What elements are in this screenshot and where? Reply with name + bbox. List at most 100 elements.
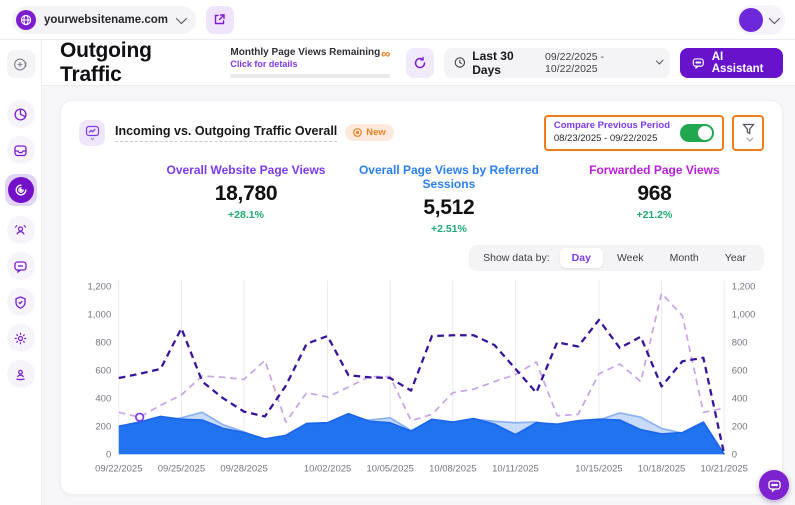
range-dates: 09/22/2025 - 10/22/2025 xyxy=(545,51,648,75)
x-axis-label: 10/02/2025 xyxy=(304,463,351,474)
metric-forwarded-page-views: Forwarded Page Views 968 +21.2% xyxy=(545,163,764,235)
y-axis-label-right: 600 xyxy=(732,365,748,376)
x-axis-label: 10/05/2025 xyxy=(367,463,414,474)
y-axis-label-right: 200 xyxy=(732,421,748,432)
y-axis-label-left: 1,200 xyxy=(88,281,112,292)
gear-icon xyxy=(13,331,28,346)
open-website-button[interactable] xyxy=(206,6,234,34)
expand-icon xyxy=(13,57,28,72)
chat-icon xyxy=(13,259,28,274)
y-axis-label-right: 1,200 xyxy=(732,281,756,292)
shield-check-icon xyxy=(13,295,28,310)
date-range-selector[interactable]: Last 30 Days 09/22/2025 - 10/22/2025 xyxy=(444,48,671,78)
x-axis-label: 10/08/2025 xyxy=(429,463,476,474)
new-dot-icon xyxy=(353,128,362,137)
metric-overall-website-page-views: Overall Website Page Views 18,780 +28.1% xyxy=(79,163,353,235)
traffic-overview-card: Incoming vs. Outgoing Traffic Overall Ne… xyxy=(60,100,783,495)
metric-delta: +28.1% xyxy=(139,209,353,221)
sidebar-item-chat[interactable] xyxy=(7,252,35,280)
x-axis-label: 10/15/2025 xyxy=(575,463,622,474)
y-axis-label-right: 400 xyxy=(732,393,748,404)
audience-target-icon xyxy=(13,223,28,238)
compare-previous-period-control[interactable]: Compare Previous Period 08/23/2025 - 09/… xyxy=(544,115,724,151)
quota-widget: Monthly Page Views Remaining Click for d… xyxy=(230,47,390,78)
tab-month[interactable]: Month xyxy=(658,248,711,268)
outgoing-traffic-icon xyxy=(8,177,34,203)
metric-label: Overall Website Page Views xyxy=(139,163,353,177)
quota-progress-bar xyxy=(230,74,390,78)
metric-value: 18,780 xyxy=(139,182,353,206)
chevron-down-icon xyxy=(176,12,187,23)
metric-referred-sessions-page-views: Overall Page Views by Referred Sessions … xyxy=(353,163,545,235)
filter-button[interactable] xyxy=(732,115,764,151)
pie-chart-icon xyxy=(13,107,28,122)
sidebar-item-outgoing-traffic[interactable] xyxy=(5,174,37,206)
y-axis-label-right: 800 xyxy=(732,337,748,348)
y-axis-label-left: 400 xyxy=(95,393,111,404)
series-dashed-page-views-previous-period xyxy=(119,293,724,422)
sidebar-expand-button[interactable] xyxy=(7,50,35,78)
chat-fab-button[interactable] xyxy=(759,470,789,500)
refresh-icon xyxy=(413,56,427,70)
external-link-icon xyxy=(213,13,226,26)
sidebar-item-location[interactable] xyxy=(7,360,35,388)
x-axis-label: 09/28/2025 xyxy=(220,463,267,474)
quota-value: ∞ xyxy=(381,47,390,60)
website-name: yourwebsitename.com xyxy=(44,14,168,26)
x-axis-label: 10/18/2025 xyxy=(638,463,685,474)
x-axis-label: 09/25/2025 xyxy=(158,463,205,474)
ai-assistant-button[interactable]: AI Assistant xyxy=(680,48,783,78)
ai-chat-icon xyxy=(692,56,705,70)
y-axis-label-left: 200 xyxy=(95,421,111,432)
metric-label: Forwarded Page Views xyxy=(545,163,764,177)
sidebar-item-settings[interactable] xyxy=(7,324,35,352)
app-root: yourwebsitename.com xyxy=(0,0,795,505)
chevron-down-icon xyxy=(769,12,780,23)
tab-year[interactable]: Year xyxy=(713,248,758,268)
show-data-by-label: Show data by: xyxy=(475,252,558,264)
tab-day[interactable]: Day xyxy=(560,248,603,268)
x-axis-label: 09/22/2025 xyxy=(95,463,142,474)
page-title: Outgoing Traffic xyxy=(60,39,206,87)
y-axis-label-right: 0 xyxy=(732,449,737,460)
website-selector[interactable]: yourwebsitename.com xyxy=(12,6,196,34)
tab-week[interactable]: Week xyxy=(605,248,656,268)
sidebar-item-security[interactable] xyxy=(7,288,35,316)
new-badge: New xyxy=(345,124,394,141)
show-data-by-control: Show data by: Day Week Month Year xyxy=(469,245,764,271)
x-axis-label: 10/21/2025 xyxy=(701,463,748,474)
y-axis-label-left: 800 xyxy=(95,337,111,348)
clock-icon xyxy=(454,56,466,69)
chart-bubble-icon xyxy=(79,120,105,146)
chevron-down-icon xyxy=(655,56,663,64)
metric-value: 968 xyxy=(545,182,764,206)
quota-details-link[interactable]: Click for details xyxy=(230,59,380,69)
quota-label: Monthly Page Views Remaining xyxy=(230,47,380,59)
metric-value: 5,512 xyxy=(353,196,545,220)
sidebar-item-inbox[interactable] xyxy=(7,136,35,164)
user-menu[interactable] xyxy=(736,5,785,35)
page-header: Outgoing Traffic Monthly Page Views Rema… xyxy=(42,40,795,86)
metric-delta: +21.2% xyxy=(545,209,764,221)
traffic-chart-area: 0 0 200 200 400 400 600 600 800 800 1,000 1,000 1,20… xyxy=(79,275,764,486)
metrics-row: Overall Website Page Views 18,780 +28.1%… xyxy=(79,163,764,235)
avatar xyxy=(739,8,763,32)
ai-assistant-label: AI Assistant xyxy=(712,51,771,75)
y-axis-label-left: 0 xyxy=(106,449,111,460)
chevron-down-icon xyxy=(746,135,753,142)
chat-bubble-icon xyxy=(767,478,782,493)
sidebar-item-audience[interactable] xyxy=(7,216,35,244)
data-point-marker[interactable] xyxy=(136,413,144,421)
location-user-icon xyxy=(13,367,28,382)
globe-icon xyxy=(16,10,36,30)
y-axis-label-left: 1,000 xyxy=(88,309,112,320)
y-axis-label-left: 600 xyxy=(95,365,111,376)
sidebar-item-analytics[interactable] xyxy=(7,100,35,128)
refresh-button[interactable] xyxy=(406,48,433,78)
sidebar xyxy=(0,40,42,505)
x-axis-label: 10/11/2025 xyxy=(492,463,539,474)
traffic-chart: 0 0 200 200 400 400 600 600 800 800 1,000 1,000 1,20… xyxy=(79,275,764,486)
y-axis-label-right: 1,000 xyxy=(732,309,756,320)
card-title: Incoming vs. Outgoing Traffic Overall xyxy=(115,124,337,142)
compare-toggle[interactable] xyxy=(680,124,714,142)
